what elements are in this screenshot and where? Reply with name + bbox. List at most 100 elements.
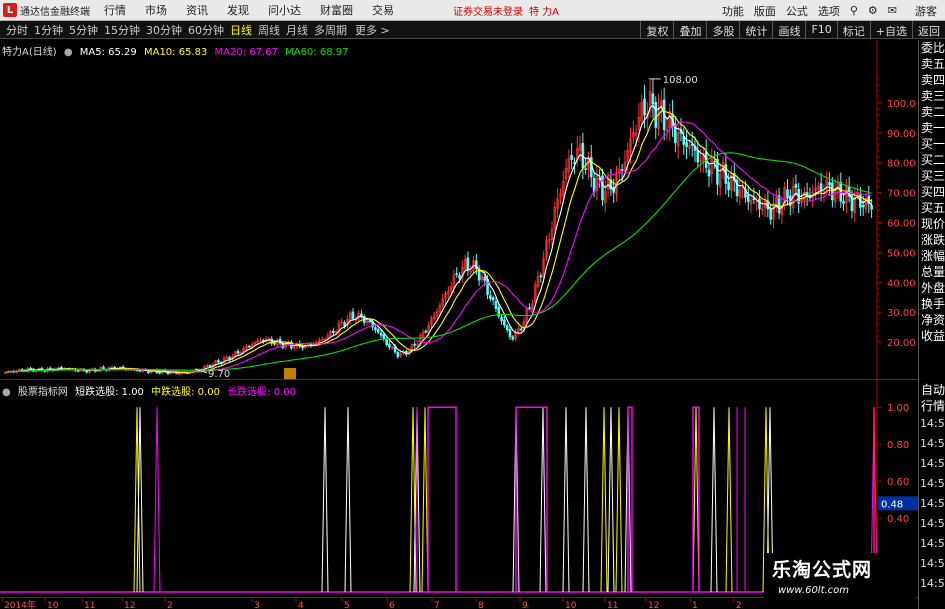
ma-legend: 特力A(日线) ● MA5: 65.29 MA10: 65.83 MA20: 6… (2, 43, 352, 58)
legend-dot-icon: ● (2, 387, 11, 398)
candle-body (651, 93, 655, 105)
add-watchlist-button[interactable]: +自选 (869, 21, 912, 39)
candle-body (489, 295, 492, 300)
menu-discover[interactable]: 发现 (227, 2, 249, 18)
signal-spike (421, 407, 429, 593)
menu-trade[interactable]: 交易 (372, 2, 394, 18)
menu-ask[interactable]: 问小达 (268, 2, 301, 18)
tab-5min[interactable]: 5分钟 (69, 22, 98, 38)
side-item[interactable]: 卖四 (919, 72, 945, 88)
side-item[interactable]: 外盘 (919, 280, 945, 296)
candle-body (758, 198, 761, 210)
side-item[interactable]: 涨幅 (919, 248, 945, 264)
side-item[interactable]: 卖五 (919, 56, 945, 72)
x-tick-label: 2014年 (4, 599, 36, 609)
x-tick-label: 12 (124, 601, 135, 609)
side-item[interactable]: 买四 (919, 184, 945, 200)
candle-body (424, 330, 428, 333)
search-icon[interactable]: ⚲ (850, 4, 858, 17)
trade-time: 14:50 (920, 477, 945, 490)
trade-time: 14:50 (920, 457, 945, 470)
indicator-y-tick-label: 1.00 (887, 403, 909, 414)
price-chart[interactable]: 20.00 30.00 40.00 50.00 60.00 70.00 80.00 90.00… (0, 40, 918, 380)
candle-body (374, 327, 377, 331)
side-item[interactable]: 买一 (919, 136, 945, 152)
f10-button[interactable]: F10 (805, 21, 836, 39)
side-item[interactable]: 涨跌 (919, 232, 945, 248)
tab-monthly[interactable]: 月线 (286, 22, 308, 38)
tab-15min[interactable]: 15分钟 (104, 22, 140, 38)
candle-body (707, 169, 711, 177)
tab-daily[interactable]: 日线 (230, 22, 252, 38)
menu-functions[interactable]: 功能 (722, 3, 744, 19)
settings-icon[interactable]: ⚙ (868, 4, 878, 17)
menu-layout[interactable]: 版面 (754, 3, 776, 19)
side-lower-item[interactable]: 自动 (919, 382, 945, 398)
tab-multi-period[interactable]: 多周期 (314, 22, 347, 38)
quote-items: 委比 卖五 卖四 卖三 卖二 卖一 买一 买二 买三 买四 买五 现价 涨跌 涨幅 总量 外盘 换手 净资 收益 (919, 40, 945, 344)
tab-weekly[interactable]: 周线 (258, 22, 280, 38)
menu-formula[interactable]: 公式 (786, 3, 808, 19)
side-item[interactable]: 收益 (919, 328, 945, 344)
candle-body (455, 273, 459, 275)
side-item[interactable]: 买二 (919, 152, 945, 168)
side-item[interactable]: 卖一 (919, 120, 945, 136)
candle-body (491, 297, 495, 301)
overlay-button[interactable]: 叠加 (673, 21, 706, 39)
side-item[interactable]: 买五 (919, 200, 945, 216)
side-item[interactable]: 委比 (919, 40, 945, 56)
y-tick-label: 60.00 (887, 218, 916, 229)
side-item[interactable]: 买三 (919, 168, 945, 184)
event-badge-icon (284, 368, 296, 379)
candle-body (500, 316, 503, 322)
ma10-line (5, 110, 872, 374)
menu-news[interactable]: 资讯 (186, 2, 208, 18)
back-button[interactable]: 返回 (912, 21, 945, 39)
candle-body (413, 343, 416, 346)
y-tick-label: 70.00 (887, 189, 916, 200)
menu-wealth[interactable]: 财富圈 (320, 2, 353, 18)
ma20-line (5, 121, 872, 373)
side-item[interactable]: 净资 (919, 312, 945, 328)
tab-1min[interactable]: 1分钟 (34, 22, 63, 38)
ma10-label: MA10: 65.83 (143, 47, 208, 58)
trade-time: 14:50 (920, 577, 945, 590)
side-item[interactable]: 总量 (919, 264, 945, 280)
candle-body (511, 336, 515, 340)
ma60-label: MA60: 68.97 (285, 47, 349, 58)
login-notice[interactable]: 证券交易未登录 (453, 3, 523, 18)
tab-30min[interactable]: 30分钟 (146, 22, 182, 38)
ma20-label: MA20: 67.67 (214, 47, 278, 58)
period-toolbar: 分时 1分钟 5分钟 15分钟 30分钟 60分钟 日线 周线 月线 多周期 更… (0, 21, 945, 39)
multi-stock-button[interactable]: 多股 (706, 21, 739, 39)
stats-button[interactable]: 统计 (739, 21, 772, 39)
side-item[interactable]: 卖二 (919, 104, 945, 120)
candle-body (376, 329, 380, 333)
y-tick-label: 20.00 (887, 338, 916, 349)
side-item[interactable]: 现价 (919, 216, 945, 232)
candle-body (368, 320, 372, 323)
mail-icon[interactable]: ✉ (888, 4, 897, 17)
mark-button[interactable]: 标记 (836, 21, 870, 39)
tab-intraday[interactable]: 分时 (6, 22, 28, 38)
guest-user[interactable]: 游客 (915, 3, 937, 19)
stock-label: 特力A(日线) (2, 47, 57, 58)
y-tick-label: 40.00 (887, 278, 916, 289)
adjust-button[interactable]: 复权 (640, 21, 673, 39)
trade-time: 14:50 (920, 417, 945, 430)
x-tick-label: 10 (47, 601, 59, 609)
menu-market-quotes[interactable]: 行情 (104, 2, 126, 18)
draw-button[interactable]: 画线 (772, 21, 805, 39)
more-button[interactable]: 更多 > (355, 22, 390, 38)
y-tick-label: 100.0 (887, 99, 916, 110)
tab-60min[interactable]: 60分钟 (188, 22, 224, 38)
candle-body (539, 275, 543, 278)
side-item[interactable]: 换手 (919, 296, 945, 312)
side-lower-item[interactable]: 行情 (919, 398, 945, 414)
indicator-legend: ● 股票指标网 短跌选股: 1.00 中跌选股: 0.00 长跌选股: 0.00 (2, 383, 300, 398)
menu-options[interactable]: 选项 (818, 3, 840, 19)
candle-body (570, 154, 573, 160)
side-item[interactable]: 卖三 (919, 88, 945, 104)
signal-spike (562, 407, 570, 593)
menu-market[interactable]: 市场 (145, 2, 167, 18)
